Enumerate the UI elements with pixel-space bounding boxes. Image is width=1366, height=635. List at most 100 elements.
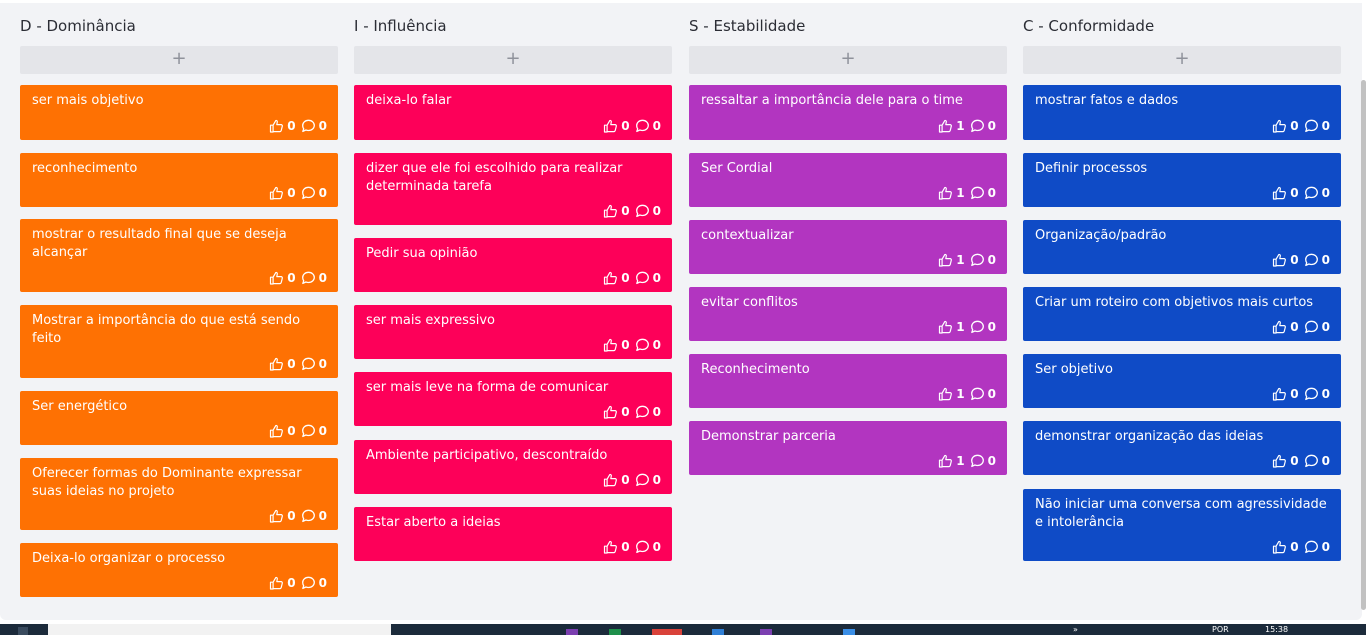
thumbs-up-icon[interactable] bbox=[269, 509, 284, 523]
comment-bubble-icon[interactable] bbox=[635, 271, 650, 285]
comment-bubble-icon[interactable] bbox=[301, 357, 316, 371]
card-influencia[interactable]: deixa-lo falar 0 0 bbox=[354, 85, 672, 140]
thumbs-up-icon[interactable] bbox=[938, 119, 953, 133]
card-dominancia[interactable]: Oferecer formas do Dominante expressar s… bbox=[20, 458, 338, 530]
thumbs-up-icon[interactable] bbox=[1272, 540, 1287, 554]
card-conformidade[interactable]: Organização/padrão 0 0 bbox=[1023, 220, 1341, 274]
thumbs-up-icon[interactable] bbox=[1272, 253, 1287, 267]
comment-bubble-icon[interactable] bbox=[301, 424, 316, 438]
thumbs-up-icon[interactable] bbox=[603, 119, 618, 133]
clock[interactable]: 15:38 bbox=[1265, 625, 1288, 635]
language-indicator[interactable]: POR bbox=[1212, 625, 1229, 635]
thumbs-up-icon[interactable] bbox=[269, 186, 284, 200]
add-card-button[interactable]: + bbox=[1023, 46, 1341, 74]
add-card-button[interactable]: + bbox=[354, 46, 672, 74]
thumbs-up-icon[interactable] bbox=[603, 204, 618, 218]
card-conformidade[interactable]: Ser objetivo 0 0 bbox=[1023, 354, 1341, 408]
comment-bubble-icon[interactable] bbox=[1304, 253, 1319, 267]
card-estabilidade[interactable]: contextualizar 1 0 bbox=[689, 220, 1007, 274]
comment-bubble-icon[interactable] bbox=[970, 119, 985, 133]
browser-icon[interactable] bbox=[652, 629, 682, 635]
thumbs-up-icon[interactable] bbox=[603, 540, 618, 554]
card-estabilidade[interactable]: Reconhecimento 1 0 bbox=[689, 354, 1007, 408]
card-dominancia[interactable]: Ser energético 0 0 bbox=[20, 391, 338, 445]
card-estabilidade[interactable]: ressaltar a importância dele para o time… bbox=[689, 85, 1007, 140]
comment-bubble-icon[interactable] bbox=[1304, 387, 1319, 401]
comment-bubble-icon[interactable] bbox=[635, 540, 650, 554]
comment-bubble-icon[interactable] bbox=[301, 509, 316, 523]
comment-bubble-icon[interactable] bbox=[1304, 540, 1319, 554]
app-icon[interactable] bbox=[566, 629, 578, 635]
comment-bubble-icon[interactable] bbox=[1304, 186, 1319, 200]
card-estabilidade[interactable]: Ser Cordial 1 0 bbox=[689, 153, 1007, 207]
thumbs-up-icon[interactable] bbox=[1272, 454, 1287, 468]
thumbs-up-icon[interactable] bbox=[603, 473, 618, 487]
comment-bubble-icon[interactable] bbox=[635, 473, 650, 487]
comment-bubble-icon[interactable] bbox=[970, 454, 985, 468]
comment-bubble-icon[interactable] bbox=[635, 338, 650, 352]
card-dominancia[interactable]: ser mais objetivo 0 0 bbox=[20, 85, 338, 140]
add-card-button[interactable]: + bbox=[20, 46, 338, 74]
card-dominancia[interactable]: Deixa-lo organizar o processo 0 0 bbox=[20, 543, 338, 597]
comment-bubble-icon[interactable] bbox=[301, 576, 316, 590]
comment-bubble-icon[interactable] bbox=[970, 320, 985, 334]
comment-bubble-icon[interactable] bbox=[635, 405, 650, 419]
thumbs-up-icon[interactable] bbox=[269, 119, 284, 133]
thumbs-up-icon[interactable] bbox=[938, 186, 953, 200]
card-conformidade[interactable]: Definir processos 0 0 bbox=[1023, 153, 1341, 207]
comment-bubble-icon[interactable] bbox=[1304, 454, 1319, 468]
app-icon[interactable] bbox=[843, 629, 855, 635]
card-conformidade[interactable]: mostrar fatos e dados 0 0 bbox=[1023, 85, 1341, 140]
comment-bubble-icon[interactable] bbox=[635, 204, 650, 218]
comment-bubble-icon[interactable] bbox=[970, 253, 985, 267]
card-influencia[interactable]: Pedir sua opinião 0 0 bbox=[354, 238, 672, 292]
app-icon[interactable] bbox=[712, 629, 724, 635]
thumbs-up-icon[interactable] bbox=[603, 338, 618, 352]
card-influencia[interactable]: ser mais expressivo 0 0 bbox=[354, 305, 672, 359]
thumbs-up-icon[interactable] bbox=[269, 576, 284, 590]
card-reactions: 10 bbox=[938, 252, 996, 268]
card-estabilidade[interactable]: Demonstrar parceria 1 0 bbox=[689, 421, 1007, 475]
card-influencia[interactable]: dizer que ele foi escolhido para realiza… bbox=[354, 153, 672, 225]
like-count: 1 bbox=[956, 454, 965, 468]
thumbs-up-icon[interactable] bbox=[603, 405, 618, 419]
comment-bubble-icon[interactable] bbox=[970, 186, 985, 200]
card-influencia[interactable]: ser mais leve na forma de comunicar 0 0 bbox=[354, 372, 672, 426]
card-reactions: 00 bbox=[603, 404, 661, 420]
comment-bubble-icon[interactable] bbox=[301, 119, 316, 133]
app-icon[interactable] bbox=[760, 629, 772, 635]
comment-bubble-icon[interactable] bbox=[1304, 119, 1319, 133]
comment-bubble-icon[interactable] bbox=[970, 387, 985, 401]
card-conformidade[interactable]: Não iniciar uma conversa com agressivida… bbox=[1023, 489, 1341, 561]
comment-bubble-icon[interactable] bbox=[1304, 320, 1319, 334]
thumbs-up-icon[interactable] bbox=[938, 253, 953, 267]
card-conformidade[interactable]: demonstrar organização das ideias 0 0 bbox=[1023, 421, 1341, 475]
thumbs-up-icon[interactable] bbox=[1272, 186, 1287, 200]
comment-bubble-icon[interactable] bbox=[635, 119, 650, 133]
taskbar-search-box[interactable] bbox=[48, 624, 391, 635]
thumbs-up-icon[interactable] bbox=[269, 424, 284, 438]
thumbs-up-icon[interactable] bbox=[938, 320, 953, 334]
thumbs-up-icon[interactable] bbox=[269, 271, 284, 285]
thumbs-up-icon[interactable] bbox=[1272, 387, 1287, 401]
card-dominancia[interactable]: mostrar o resultado final que se deseja … bbox=[20, 219, 338, 292]
thumbs-up-icon[interactable] bbox=[938, 454, 953, 468]
comment-bubble-icon[interactable] bbox=[301, 271, 316, 285]
card-dominancia[interactable]: Mostrar a importância do que está sendo … bbox=[20, 305, 338, 378]
card-influencia[interactable]: Ambiente participativo, descontraído 0 0 bbox=[354, 440, 672, 494]
taskbar-overflow-icon[interactable]: » bbox=[1073, 625, 1078, 635]
thumbs-up-icon[interactable] bbox=[938, 387, 953, 401]
start-icon[interactable] bbox=[18, 627, 28, 635]
app-icon[interactable] bbox=[609, 629, 621, 635]
thumbs-up-icon[interactable] bbox=[603, 271, 618, 285]
thumbs-up-icon[interactable] bbox=[269, 357, 284, 371]
vertical-scrollbar[interactable] bbox=[1361, 80, 1366, 610]
add-card-button[interactable]: + bbox=[689, 46, 1007, 74]
thumbs-up-icon[interactable] bbox=[1272, 320, 1287, 334]
thumbs-up-icon[interactable] bbox=[1272, 119, 1287, 133]
card-influencia[interactable]: Estar aberto a ideias 0 0 bbox=[354, 507, 672, 561]
card-dominancia[interactable]: reconhecimento 0 0 bbox=[20, 153, 338, 207]
comment-bubble-icon[interactable] bbox=[301, 186, 316, 200]
card-estabilidade[interactable]: evitar conflitos 1 0 bbox=[689, 287, 1007, 341]
card-conformidade[interactable]: Criar um roteiro com objetivos mais curt… bbox=[1023, 287, 1341, 341]
